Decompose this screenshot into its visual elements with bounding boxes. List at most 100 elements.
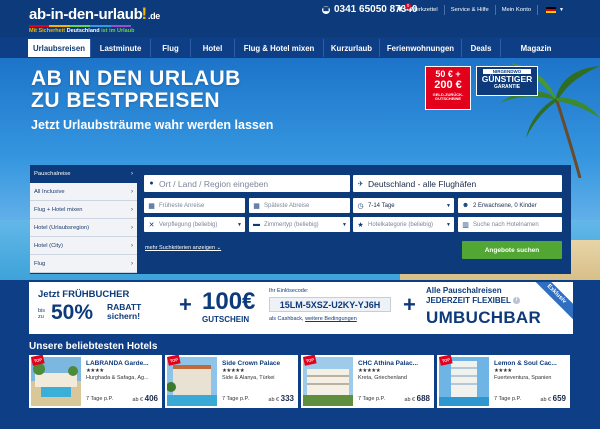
destination-input[interactable]: ● Ort / Land / Region eingeben — [144, 175, 350, 192]
info-icon[interactable]: i — [513, 297, 520, 305]
chevron-down-icon: ▼ — [237, 221, 242, 228]
nav-item-hotel[interactable]: Hotel — [191, 39, 235, 57]
german-flag-icon — [546, 6, 557, 14]
nav-item-flug-hotel[interactable]: Flug & Hotel mixen — [235, 39, 324, 57]
nav-item-lastminute[interactable]: Lastminute — [91, 39, 151, 57]
conditions-link[interactable]: weitere Bedingungen — [305, 316, 357, 322]
flex-line2: JEDERZEIT FLEXIBEL i — [426, 296, 520, 305]
star-icon: ★ — [357, 221, 364, 229]
hotel-price: ab € 406 — [132, 394, 158, 403]
travellers-select[interactable]: ☻ 2 Erwachsene, 0 Kinder — [458, 198, 562, 213]
language-selector[interactable]: ▼ — [537, 5, 570, 15]
more-criteria-link[interactable]: mehr Suchkriterien anzeigen ⌄ — [145, 245, 221, 251]
logo-tld: .de — [147, 11, 161, 21]
header-bar: ab-in-den-urlaub! .de Mit Sicherheit Deut… — [0, 0, 600, 37]
hotel-stars: ★★★★★ — [222, 368, 245, 374]
room-select[interactable]: ▬ Zimmertyp (beliebig) ▼ — [249, 217, 350, 232]
earliest-date-input[interactable]: ▦ Früheste Anreise — [144, 198, 245, 213]
wishlist-link[interactable]: ♥ 0 Merkzettel — [391, 3, 444, 15]
latest-date-input[interactable]: ▦ Späteste Abreise — [249, 198, 350, 213]
tab-all-inclusive[interactable]: All Inclusive › — [30, 183, 137, 201]
hotel-location: Fuerteventura, Spanien — [494, 375, 552, 381]
hotel-stars: ★★★★ — [494, 368, 512, 374]
hotel-name: CHC Athina Palac... — [358, 360, 419, 367]
main-nav: Urlaubsreisen Lastminute Flug Hotel Flug… — [28, 39, 571, 57]
promo-banner[interactable]: Jetzt FRÜHBUCHER bis zu 50% RABATT siche… — [29, 282, 573, 334]
category-select[interactable]: ★ Hotelkategorie (beliebig) ▼ — [353, 217, 454, 232]
cutlery-icon: ✕ — [148, 221, 155, 229]
service-link[interactable]: Service & Hilfe — [443, 5, 495, 15]
early-booking-percent: 50% — [51, 301, 94, 324]
hotel-card[interactable]: TOP Lemon & Soul Cac... ★★★★ Fuerteventu… — [437, 355, 570, 408]
cashback-text: als Cashback, weitere Bedingungen — [269, 316, 357, 322]
tab-pauschalreise[interactable]: Pauschalreise › — [30, 165, 137, 183]
duration-select[interactable]: ◷ 7-14 Tage ▼ — [353, 198, 454, 213]
chevron-down-icon: ⌄ — [216, 245, 222, 251]
hotel-card[interactable]: TOP LABRANDA Garde... ★★★★ Hurghada & Sa… — [29, 355, 162, 408]
clock-icon: ◷ — [357, 202, 364, 210]
hero-subtitle: Jetzt Urlaubsträume wahr werden lassen — [31, 118, 274, 132]
early-booking-title: Jetzt FRÜHBUCHER — [38, 289, 130, 300]
search-button[interactable]: Angebote suchen — [462, 241, 562, 259]
nav-item-magazin[interactable]: Magazin — [501, 39, 571, 57]
plus-icon: + — [179, 292, 192, 317]
chevron-right-icon: › — [131, 260, 133, 267]
site-logo[interactable]: ab-in-den-urlaub! .de Mit Sicherheit Deut… — [29, 4, 160, 34]
search-panel: Pauschalreise › All Inclusive › Flug + Hot… — [30, 165, 571, 274]
logo-stripe — [29, 25, 132, 27]
early-booking-rabatt: RABATT sichern! — [107, 302, 142, 321]
logo-tagline: Mit Sicherheit Deutschland ist im Urlaub — [29, 28, 135, 34]
chevron-right-icon: › — [131, 224, 133, 231]
code-label: Ihr Einlösecode: — [269, 288, 309, 294]
tab-hotel-city[interactable]: Hotel (City) › — [30, 237, 137, 255]
person-icon: ☻ — [461, 202, 470, 209]
price-guarantee-badge[interactable]: NIRGENDWO GÜNSTIGER GARANTIE — [476, 66, 538, 96]
tab-flug[interactable]: Flug › — [30, 255, 137, 273]
phone-icon: ☎ — [322, 5, 330, 14]
nav-item-deals[interactable]: Deals — [462, 39, 501, 57]
hotel-duration: 7 Tage p.P. — [86, 396, 114, 402]
bed-icon: ▬ — [253, 221, 260, 228]
calendar-icon: ▦ — [148, 202, 155, 210]
hotel-name: LABRANDA Garde... — [86, 360, 149, 367]
hotel-name-input[interactable]: ▥ Suche nach Hotelnamen — [458, 217, 562, 232]
hotel-list: TOP LABRANDA Garde... ★★★★ Hurghada & Sa… — [29, 355, 570, 408]
hotel-duration: 7 Tage p.P. — [494, 396, 522, 402]
tab-flug-hotel-mixen[interactable]: Flug + Hotel mixen › — [30, 201, 137, 219]
board-select[interactable]: ✕ Verpflegung (beliebig) ▼ — [144, 217, 245, 232]
chevron-right-icon: › — [131, 242, 133, 249]
location-pin-icon: ● — [149, 180, 154, 187]
hotel-duration: 7 Tage p.P. — [222, 396, 250, 402]
hotel-name: Side Crown Palace — [222, 360, 281, 367]
wishlist-count: 0 — [404, 3, 411, 9]
nav-item-flug[interactable]: Flug — [151, 39, 191, 57]
account-link[interactable]: Mein Konto — [494, 5, 537, 15]
flex-line1: Alle Pauschalreisen — [426, 286, 502, 295]
wishlist-label: Merkzettel — [410, 7, 438, 13]
hotel-stars: ★★★★★ — [358, 368, 381, 374]
tab-hotel-urlaubsregion[interactable]: Hotel (Urlaubsregion) › — [30, 219, 137, 237]
chevron-right-icon: › — [131, 206, 133, 213]
voucher-badge[interactable]: 50 € + 200 € GELD-ZURÜCK-GUTSCHEINE — [425, 66, 471, 110]
popular-hotels: Unsere beliebtesten Hotels TOP LABRANDA … — [29, 341, 573, 429]
early-booking-bis: bis zu — [38, 308, 46, 320]
plus-icon: + — [403, 292, 416, 317]
flex-main: UMBUCHBAR — [426, 308, 542, 327]
hero-title: AB IN DEN URLAUB ZU BESTPREISEN — [31, 67, 241, 112]
nav-item-urlaubsreisen[interactable]: Urlaubsreisen — [28, 39, 91, 57]
voucher-label: GUTSCHEIN — [202, 315, 250, 324]
nav-item-ferienwohnungen[interactable]: Ferienwohnungen — [380, 39, 462, 57]
calendar-icon: ▦ — [253, 202, 260, 210]
hotel-price: ab € 659 — [540, 394, 566, 403]
hotel-location: Side & Alanya, Türkei — [222, 375, 275, 381]
hotel-location: Hurghada & Safaga, Äg... — [86, 375, 149, 381]
voucher-code[interactable]: 15LM-5XSZ-U2KY-YJ6H — [269, 297, 391, 312]
chevron-down-icon: ▼ — [446, 221, 451, 228]
airport-select[interactable]: ✈ Deutschland - alle Flughäfen — [353, 175, 562, 192]
nav-item-kurzurlaub[interactable]: Kurzurlaub — [324, 39, 380, 57]
hotel-card[interactable]: TOP Side Crown Palace ★★★★★ Side & Alany… — [165, 355, 298, 408]
hotel-card[interactable]: TOP CHC Athina Palac... ★★★★★ Kreta, Gri… — [301, 355, 434, 408]
voucher-amount: 100€ — [202, 288, 256, 315]
hotel-stars: ★★★★ — [86, 368, 104, 374]
logo-excl: ! — [141, 4, 148, 23]
